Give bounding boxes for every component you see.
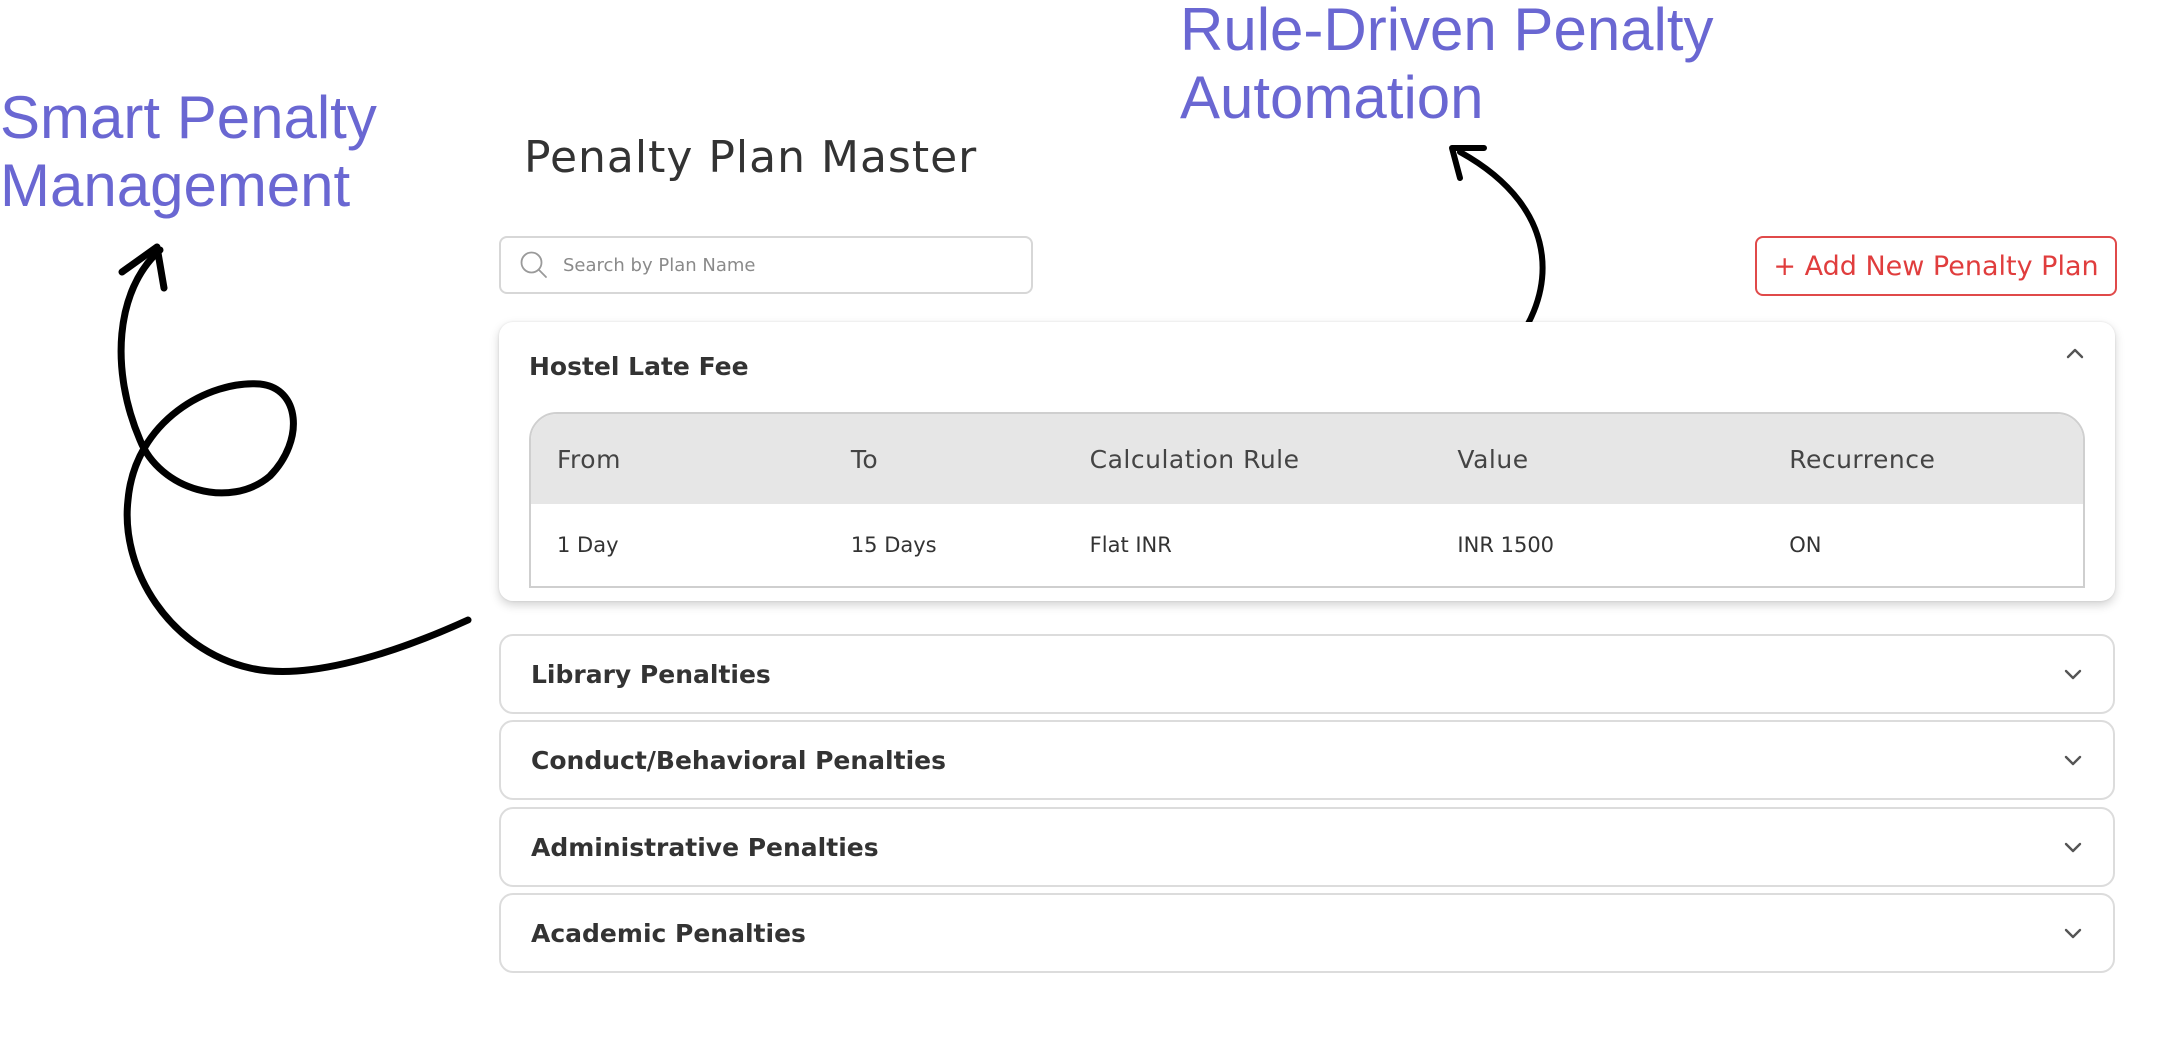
cell-recurrence: ON: [1789, 533, 1822, 557]
page-title: Penalty Plan Master: [524, 132, 978, 183]
cell-calculation-rule: Flat INR: [1089, 533, 1172, 557]
callout-rule-driven-automation: Rule-Driven Penalty Automation: [1180, 0, 1714, 131]
accordion-title: Library Penalties: [531, 659, 771, 689]
accordion-conduct-behavioral-penalties[interactable]: Conduct/Behavioral Penalties: [499, 720, 2115, 800]
loop-arrow-left: [117, 246, 472, 675]
cell-value: INR 1500: [1457, 533, 1555, 557]
chevron-down-icon[interactable]: [2061, 748, 2085, 772]
accordion-academic-penalties[interactable]: Academic Penalties: [499, 893, 2115, 973]
accordion-title: Hostel Late Fee: [529, 351, 749, 381]
arrowhead-right: [1449, 145, 1487, 181]
column-header-to: To: [850, 444, 879, 474]
column-header-from: From: [557, 444, 621, 474]
arrowhead-left: [118, 243, 168, 292]
accordion-library-penalties[interactable]: Library Penalties: [499, 634, 2115, 714]
table-header-row: From To Calculation Rule Value Recurrenc…: [531, 414, 2083, 504]
search-icon: [517, 248, 551, 282]
accordion-hostel-late-fee: Hostel Late Fee From To Calculation Rule…: [499, 322, 2115, 601]
accordion-title: Academic Penalties: [531, 918, 806, 948]
cell-to: 15 Days: [850, 533, 937, 557]
chevron-down-icon[interactable]: [2061, 835, 2085, 859]
accordion-administrative-penalties[interactable]: Administrative Penalties: [499, 807, 2115, 887]
chevron-down-icon[interactable]: [2061, 921, 2085, 945]
chevron-down-icon[interactable]: [2061, 662, 2085, 686]
cell-from: 1 Day: [557, 533, 619, 557]
column-header-value: Value: [1457, 444, 1529, 474]
column-header-calculation-rule: Calculation Rule: [1089, 444, 1300, 474]
accordion-title: Administrative Penalties: [531, 832, 879, 862]
column-header-recurrence: Recurrence: [1789, 444, 1936, 474]
accordion-header[interactable]: Hostel Late Fee: [499, 322, 2115, 410]
search-box[interactable]: [499, 236, 1033, 294]
add-new-penalty-plan-button[interactable]: + Add New Penalty Plan: [1755, 236, 2117, 296]
penalty-plan-table: From To Calculation Rule Value Recurrenc…: [529, 412, 2085, 588]
accordion-title: Conduct/Behavioral Penalties: [531, 745, 946, 775]
callout-smart-penalty-management: Smart Penalty Management: [0, 84, 377, 219]
chevron-up-icon[interactable]: [2063, 342, 2087, 366]
table-row: 1 Day 15 Days Flat INR INR 1500 ON: [531, 504, 2083, 586]
search-input[interactable]: [561, 253, 1005, 277]
